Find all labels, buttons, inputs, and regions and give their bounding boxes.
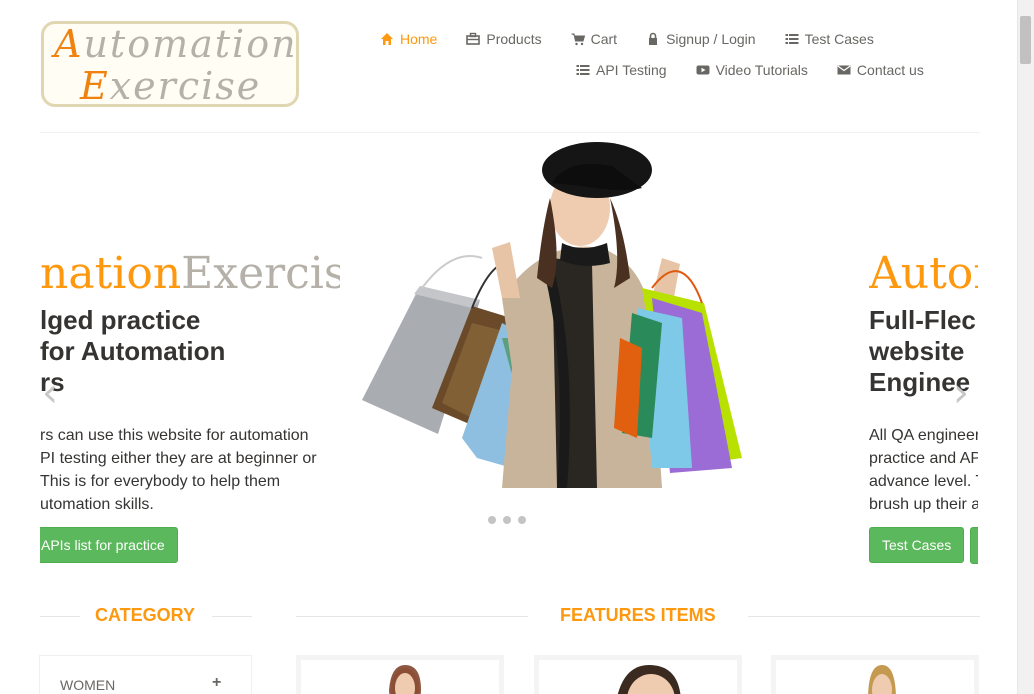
- product-card-1: [296, 655, 504, 694]
- slide-description-left: rs can use this website for automation P…: [40, 427, 317, 513]
- features-divider-left: [296, 616, 528, 617]
- slide-next: Autor Full-Flec website Enginee All QA e…: [869, 133, 978, 583]
- page: Automation Exercise Home Products Cart S…: [0, 0, 1018, 694]
- nav-contact-us-label: Contact us: [856, 62, 924, 78]
- slide-title-right: Autor: [869, 248, 978, 299]
- carousel-dot-2[interactable]: [503, 516, 511, 524]
- slide-title-left: nationExercise: [40, 248, 340, 299]
- home-icon: [380, 32, 394, 46]
- carousel-next-arrow[interactable]: ›: [953, 370, 969, 416]
- vertical-scrollbar[interactable]: [1017, 0, 1034, 694]
- envelope-icon: [837, 63, 851, 77]
- nav-api-testing-label: API Testing: [596, 62, 667, 78]
- category-divider-left: [40, 616, 80, 617]
- category-title: CATEGORY: [95, 605, 196, 625]
- cart-icon: [571, 32, 585, 46]
- youtube-icon: [696, 63, 710, 77]
- test-cases-button[interactable]: Test Cases: [869, 527, 965, 563]
- nav-row-1: Home Products Cart Signup / Login Test C…: [380, 31, 903, 47]
- nav-row-2: API Testing Video Tutorials Contact us: [576, 62, 953, 78]
- scrollbar-thumb[interactable]: [1020, 16, 1031, 64]
- nav-home[interactable]: Home: [380, 31, 437, 47]
- hero-shopping-woman-image: [362, 142, 742, 488]
- category-panel: WOMEN +: [39, 655, 252, 694]
- nav-contact-us[interactable]: Contact us: [837, 62, 924, 78]
- product-card-2: [534, 655, 742, 694]
- site-logo[interactable]: Automation Exercise: [41, 21, 299, 108]
- nav-signup-login[interactable]: Signup / Login: [646, 31, 756, 47]
- nav-products-label: Products: [486, 31, 542, 47]
- slide-description-right: All QA engineer practice and AP advance …: [869, 427, 978, 513]
- carousel-dot-3[interactable]: [518, 516, 526, 524]
- features-divider-right: [748, 616, 980, 617]
- hero-carousel: nationExercise lged practice for Automat…: [40, 133, 978, 583]
- category-women-toggle[interactable]: +: [212, 674, 221, 692]
- product-image-3: [868, 665, 896, 694]
- logo-line-2: Exercise: [80, 64, 262, 108]
- nav-video-tutorials[interactable]: Video Tutorials: [696, 62, 808, 78]
- nav-products[interactable]: Products: [466, 31, 542, 47]
- category-women[interactable]: WOMEN: [60, 677, 115, 693]
- logo-line-1: Automation: [54, 22, 298, 66]
- nav-test-cases[interactable]: Test Cases: [785, 31, 874, 47]
- products-icon: [466, 32, 481, 46]
- nav-cart-label: Cart: [590, 31, 618, 47]
- product-image-2: [617, 665, 681, 694]
- nav-home-label: Home: [400, 31, 438, 47]
- category-divider-right: [212, 616, 252, 617]
- carousel-indicators: [488, 516, 533, 524]
- carousel-dot-1[interactable]: [488, 516, 496, 524]
- slide-heading-left: lged practice for Automation rs: [40, 305, 226, 397]
- carousel-prev-arrow[interactable]: ‹: [42, 370, 58, 416]
- nav-api-testing[interactable]: API Testing: [576, 62, 667, 78]
- nav-test-cases-label: Test Cases: [804, 31, 874, 47]
- lock-icon: [646, 32, 660, 46]
- list-icon: [785, 32, 799, 46]
- nav-video-tutorials-label: Video Tutorials: [715, 62, 808, 78]
- nav-cart[interactable]: Cart: [571, 31, 617, 47]
- nav-signup-login-label: Signup / Login: [666, 31, 756, 47]
- slide-previous: nationExercise lged practice for Automat…: [40, 133, 340, 583]
- features-title: FEATURES ITEMS: [560, 605, 716, 625]
- product-card-3: [771, 655, 979, 694]
- apis-list-button[interactable]: APIs list for practice: [40, 527, 178, 563]
- list-icon: [576, 63, 590, 77]
- product-image-1: [389, 665, 421, 694]
- apis-list-button-right[interactable]: [969, 527, 978, 564]
